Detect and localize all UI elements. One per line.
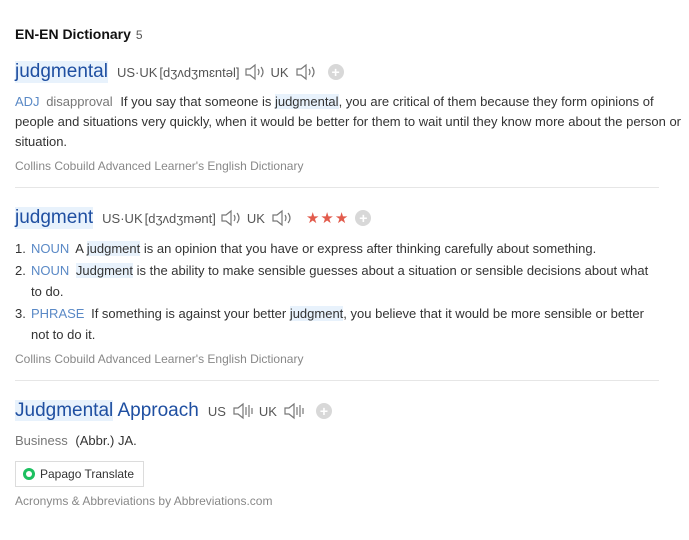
definition-text: If you say that someone is [120, 94, 275, 109]
pronunciation-us-uk: US·UK [dʒʌdʒmənt] UK [102, 208, 298, 228]
add-wordbook-plus-icon[interactable]: + [355, 210, 372, 226]
section-title: EN-EN Dictionary [15, 26, 131, 42]
phonetic-text: [dʒʌdʒmənt] [144, 210, 216, 226]
part-of-speech: NOUN [31, 241, 70, 256]
frequency-stars: ★★★ [305, 210, 350, 227]
uk-label: UK [258, 403, 277, 419]
definition-text: , you are critical of them because they … [15, 94, 682, 149]
entry-judgment: judgment US·UK [dʒʌdʒmənt] UK ★★★ + 1. N… [15, 187, 659, 366]
speaker-icon[interactable] [243, 62, 267, 82]
sense-text: is an opinion that you have or express a… [140, 241, 597, 256]
entry-judgmental: judgmental US·UK [dʒʌdʒmɛntəl] UK + ADJ … [15, 42, 681, 173]
sense-text: A [75, 241, 87, 256]
definition: Business (Abbr.) JA. [15, 431, 689, 451]
us-label: US [207, 403, 226, 419]
papago-translate-label: Papago Translate [40, 467, 135, 481]
headword-link[interactable]: judgmental [15, 61, 108, 83]
headword-text: Approach [113, 400, 199, 421]
source-citation[interactable]: Acronyms & Abbreviations by Abbreviation… [15, 494, 659, 508]
source-citation[interactable]: Collins Cobuild Advanced Learner's Engli… [15, 352, 659, 366]
definition-highlight[interactable]: judgmental [274, 94, 339, 109]
speaker-wave-icon[interactable] [282, 401, 306, 421]
uk-label: UK [246, 210, 265, 226]
sense-item: 2. NOUN Judgment is the ability to make … [15, 260, 659, 302]
pronunciation-us-uk: US UK [208, 401, 310, 421]
part-of-speech: NOUN [31, 263, 70, 278]
pronunciation-us-uk: US·UK [dʒʌdʒmɛntəl] UK [117, 62, 322, 82]
papago-translate-button[interactable]: Papago Translate [15, 461, 145, 487]
entry-judgmental-approach: Judgmental Approach US UK + Business (Ab… [15, 380, 659, 508]
papago-logo-icon [23, 468, 35, 480]
headword-highlight: Judgmental [15, 400, 114, 421]
pron-label: US·UK [102, 210, 143, 226]
sense-number: 1. [15, 241, 26, 256]
dictionary-panel: EN-EN Dictionary 5 judgmental US·UK [dʒʌ… [0, 0, 681, 508]
sense-highlight[interactable]: Judgment [75, 263, 133, 278]
sense-highlight[interactable]: judgment [86, 241, 141, 256]
speaker-wave-icon[interactable] [231, 401, 255, 421]
speaker-icon[interactable] [270, 208, 294, 228]
speaker-icon[interactable] [219, 208, 243, 228]
sense-item: 3. PHRASE If something is against your b… [15, 303, 659, 345]
register-label: disapproval [46, 94, 113, 109]
definition: ADJ disapproval If you say that someone … [15, 92, 689, 152]
part-of-speech: ADJ [15, 94, 40, 109]
pron-label: US·UK [116, 64, 158, 80]
sense-text: If something is against your better [91, 306, 290, 321]
source-citation[interactable]: Collins Cobuild Advanced Learner's Engli… [15, 159, 659, 173]
headword-link[interactable]: judgment [15, 207, 94, 229]
uk-label: UK [270, 64, 289, 80]
add-wordbook-plus-icon[interactable]: + [315, 403, 332, 419]
phonetic-text: [dʒʌdʒmɛntəl] [159, 64, 240, 80]
add-wordbook-plus-icon[interactable]: + [327, 64, 344, 80]
part-of-speech: PHRASE [31, 306, 85, 321]
result-count: 5 [135, 28, 143, 42]
section-header: EN-EN Dictionary 5 [15, 26, 659, 42]
sense-number: 3. [15, 306, 26, 321]
sense-list: 1. NOUN A judgment is an opinion that yo… [15, 238, 659, 345]
sense-number: 2. [15, 263, 26, 278]
category-label: Business [15, 433, 68, 448]
definition-text: (Abbr.) JA. [75, 433, 137, 448]
sense-item: 1. NOUN A judgment is an opinion that yo… [15, 238, 659, 259]
speaker-icon[interactable] [294, 62, 318, 82]
headword-link[interactable]: Judgmental Approach [15, 400, 199, 422]
sense-highlight[interactable]: judgment [289, 306, 344, 321]
